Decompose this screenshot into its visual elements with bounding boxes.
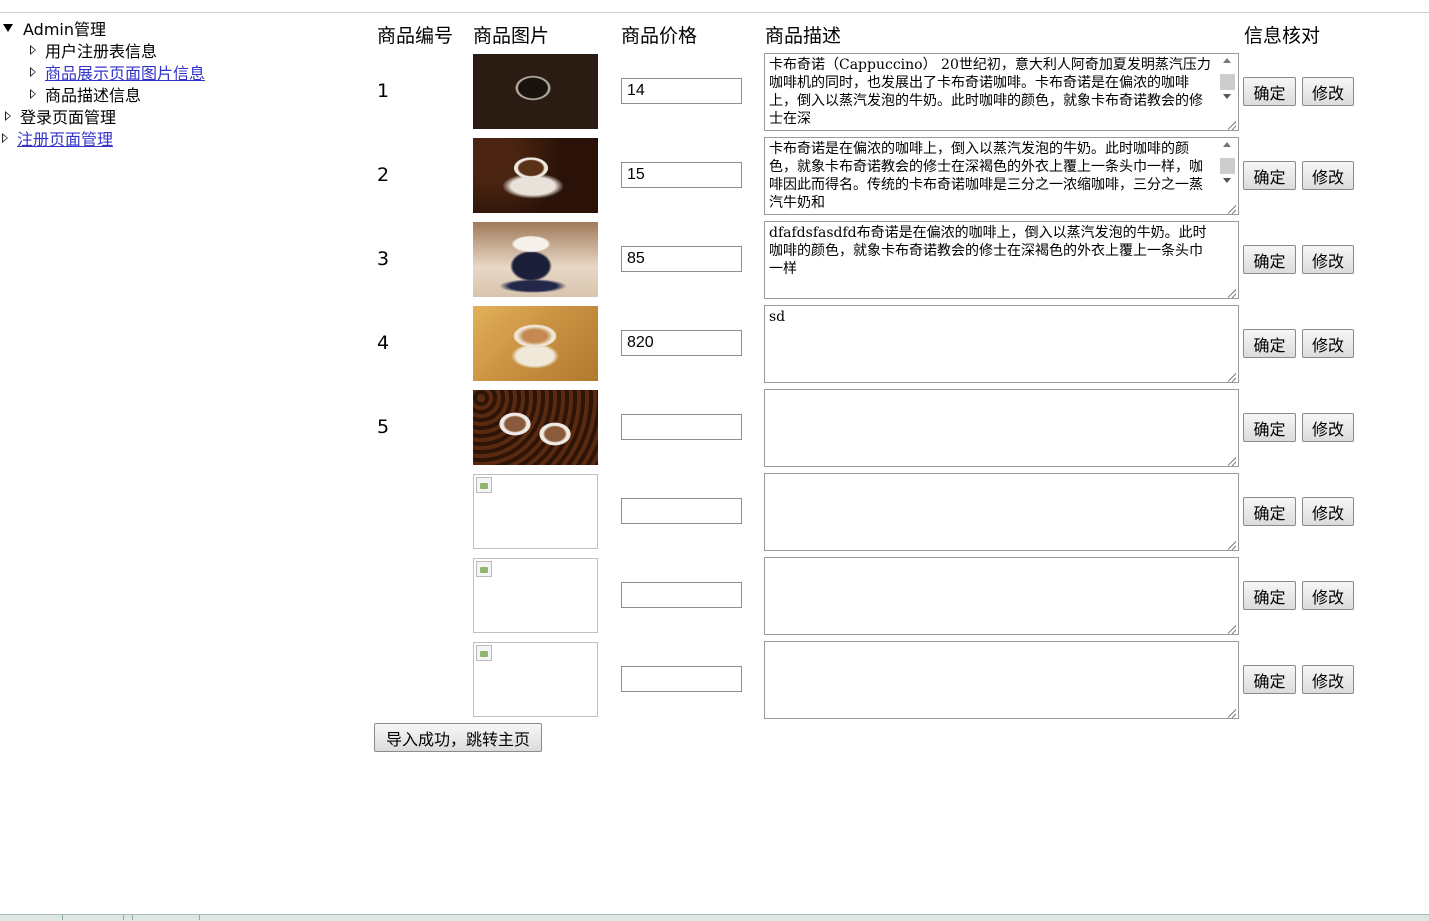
scroll-down-arrow-icon[interactable]: [1223, 94, 1231, 99]
tree-label-admin: Admin管理: [23, 20, 106, 39]
confirm-button[interactable]: 确定: [1243, 665, 1296, 694]
product-image: [473, 222, 598, 297]
table-row: 5 确定 修改: [0, 389, 1429, 474]
tree-node-admin[interactable]: Admin管理: [3, 16, 106, 40]
resize-grip-icon[interactable]: [1226, 120, 1236, 130]
confirm-button[interactable]: 确定: [1243, 77, 1296, 106]
resize-grip-icon[interactable]: [1226, 540, 1236, 550]
scroll-down-arrow-icon[interactable]: [1223, 178, 1231, 183]
broken-image-icon: [476, 561, 492, 577]
table-row: 确定 修改: [0, 641, 1429, 726]
resize-grip-icon[interactable]: [1226, 372, 1236, 382]
table-row: 4 sd确定修改: [0, 305, 1429, 390]
price-input[interactable]: [621, 246, 742, 272]
edit-button[interactable]: 修改: [1302, 413, 1354, 442]
confirm-button[interactable]: 确定: [1243, 161, 1296, 190]
table-row: 2 卡布奇诺是在偏浓的咖啡上，倒入以蒸汽发泡的牛奶。此时咖啡的颜色，就象卡布奇诺教…: [0, 137, 1429, 222]
description-textarea[interactable]: 卡布奇诺（Cappuccino） 20世纪初，意大利人阿奇加夏发明蒸汽压力咖啡机…: [764, 53, 1239, 131]
confirm-button[interactable]: 确定: [1243, 581, 1296, 610]
product-id: 1: [377, 80, 390, 102]
product-image: [473, 306, 598, 381]
description-textarea[interactable]: [764, 641, 1239, 719]
import-success-button[interactable]: 导入成功，跳转主页: [374, 723, 542, 752]
table-row: 确定 修改: [0, 473, 1429, 558]
confirm-button[interactable]: 确定: [1243, 245, 1296, 274]
description-textarea[interactable]: 卡布奇诺是在偏浓的咖啡上，倒入以蒸汽发泡的牛奶。此时咖啡的颜色，就象卡布奇诺教会…: [764, 137, 1239, 215]
broken-image-icon: [473, 474, 598, 549]
edit-button[interactable]: 修改: [1302, 497, 1354, 526]
edit-button[interactable]: 修改: [1302, 665, 1354, 694]
description-textarea[interactable]: [764, 389, 1239, 467]
taskbar-item[interactable]: [132, 915, 200, 920]
header-product-image: 商品图片: [473, 25, 550, 47]
confirm-button[interactable]: 确定: [1243, 497, 1296, 526]
resize-grip-icon[interactable]: [1226, 288, 1236, 298]
product-image: [473, 138, 598, 213]
header-product-price: 商品价格: [621, 25, 698, 47]
textarea-scrollbar[interactable]: [1218, 54, 1237, 130]
description-textarea[interactable]: [764, 557, 1239, 635]
broken-image-icon: [476, 645, 492, 661]
resize-grip-icon[interactable]: [1226, 204, 1236, 214]
price-input[interactable]: [621, 162, 742, 188]
price-input[interactable]: [621, 78, 742, 104]
table-row: 3 dfafdsfasdfd布奇诺是在偏浓的咖啡上，倒入以蒸汽发泡的牛奶。此时咖啡…: [0, 221, 1429, 306]
broken-image-icon: [476, 477, 492, 493]
price-input[interactable]: [621, 330, 742, 356]
resize-grip-icon[interactable]: [1226, 708, 1236, 718]
caret-down-icon[interactable]: [3, 24, 13, 32]
header-product-id: 商品编号: [377, 25, 454, 47]
product-id: 2: [377, 164, 390, 186]
product-id: 3: [377, 248, 390, 270]
product-image: [473, 54, 598, 129]
confirm-button[interactable]: 确定: [1243, 329, 1296, 358]
price-input[interactable]: [621, 498, 742, 524]
header-product-desc: 商品描述: [765, 25, 842, 47]
price-input[interactable]: [621, 414, 742, 440]
confirm-button[interactable]: 确定: [1243, 413, 1296, 442]
product-id: 5: [377, 416, 390, 438]
header-info-check: 信息核对: [1244, 25, 1321, 47]
edit-button[interactable]: 修改: [1302, 77, 1354, 106]
edit-button[interactable]: 修改: [1302, 245, 1354, 274]
description-textarea[interactable]: [764, 473, 1239, 551]
product-image: [473, 390, 598, 465]
price-input[interactable]: [621, 666, 742, 692]
description-textarea[interactable]: sd: [764, 305, 1239, 383]
broken-image-icon: [473, 558, 598, 633]
description-textarea[interactable]: dfafdsfasdfd布奇诺是在偏浓的咖啡上，倒入以蒸汽发泡的牛奶。此时咖啡的…: [764, 221, 1239, 299]
edit-button[interactable]: 修改: [1302, 329, 1354, 358]
broken-image-icon: [473, 642, 598, 717]
scroll-thumb[interactable]: [1220, 158, 1235, 174]
scroll-up-arrow-icon[interactable]: [1223, 142, 1231, 147]
top-divider: [0, 12, 1429, 13]
textarea-scrollbar[interactable]: [1218, 138, 1237, 214]
scroll-up-arrow-icon[interactable]: [1223, 58, 1231, 63]
taskbar-item[interactable]: [62, 915, 124, 920]
edit-button[interactable]: 修改: [1302, 581, 1354, 610]
resize-grip-icon[interactable]: [1226, 456, 1236, 466]
product-id: 4: [377, 332, 390, 354]
table-row: 1 卡布奇诺（Cappuccino） 20世纪初，意大利人阿奇加夏发明蒸汽压力咖啡…: [0, 53, 1429, 138]
resize-grip-icon[interactable]: [1226, 624, 1236, 634]
price-input[interactable]: [621, 582, 742, 608]
scroll-thumb[interactable]: [1220, 74, 1235, 90]
table-row: 确定 修改: [0, 557, 1429, 642]
edit-button[interactable]: 修改: [1302, 161, 1354, 190]
